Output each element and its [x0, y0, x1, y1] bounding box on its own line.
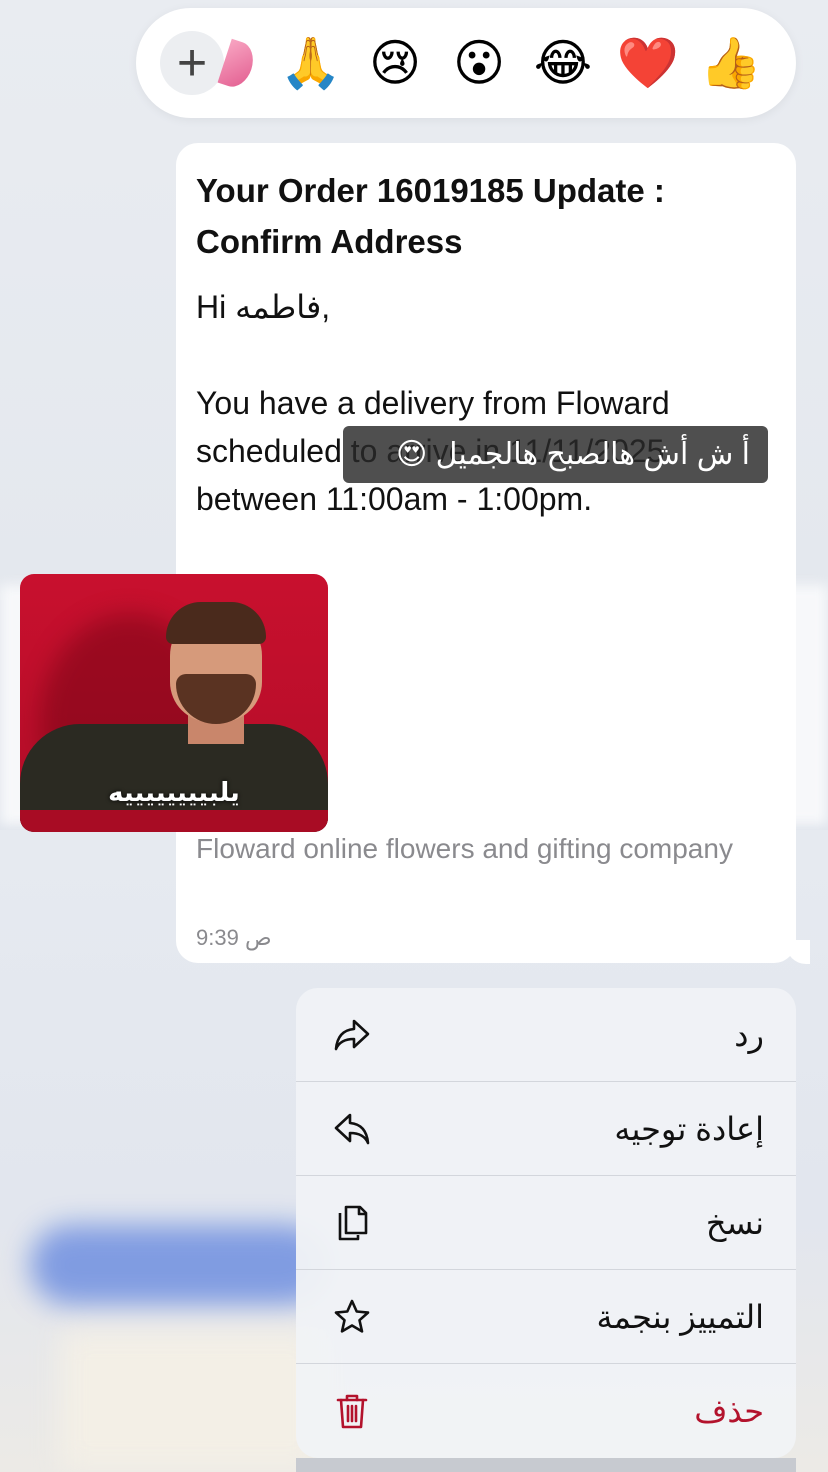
menu-label-forward: إعادة توجيه — [614, 1111, 764, 1147]
reaction-surprised[interactable]: 😮 — [448, 32, 510, 94]
menu-bottom-edge — [296, 1458, 796, 1472]
message-title: Your Order 16019185 Update : Confirm Add… — [196, 172, 665, 260]
trash-icon — [332, 1391, 372, 1431]
menu-label-star: التمييز بنجمة — [596, 1299, 764, 1335]
bubble-tail — [786, 940, 810, 964]
reaction-laugh[interactable]: 😂 — [532, 32, 594, 94]
menu-label-copy: نسخ — [705, 1205, 764, 1241]
background-blurred-bubble — [30, 1225, 330, 1305]
menu-label-reply: رد — [734, 1017, 764, 1053]
reply-icon — [332, 1015, 372, 1055]
sticker-image[interactable]: يلبييييييييه — [20, 574, 328, 832]
sticker-bottom-band — [20, 810, 328, 832]
partial-heart-emoji-icon — [217, 38, 259, 92]
menu-item-copy[interactable]: نسخ — [296, 1176, 796, 1270]
context-menu: رد إعادة توجيه نسخ التمييز بنجمة حذف — [296, 988, 796, 1458]
reaction-pray[interactable]: 🙏 — [280, 32, 342, 94]
menu-item-forward[interactable]: إعادة توجيه — [296, 1082, 796, 1176]
message-footer: Floward online flowers and gifting compa… — [196, 833, 733, 864]
add-reaction-button[interactable]: + — [160, 31, 224, 95]
menu-item-reply[interactable]: رد — [296, 988, 796, 1082]
plus-icon: + — [176, 34, 208, 92]
forward-icon — [332, 1109, 372, 1149]
message-bubble[interactable]: Your Order 16019185 Update : Confirm Add… — [176, 143, 796, 963]
background-blurred-area — [60, 1330, 320, 1470]
reaction-bar: + 🙏 😢 😮 😂 ❤️ 👍 — [136, 8, 796, 118]
reaction-sad[interactable]: 😢 — [364, 32, 426, 94]
menu-item-delete[interactable]: حذف — [296, 1364, 796, 1458]
message-greeting: Hi فاطمه, — [196, 289, 331, 325]
message-timestamp: 9:39 ص — [196, 925, 272, 950]
reaction-thumbs-up[interactable]: 👍 — [700, 32, 762, 94]
menu-label-delete: حذف — [694, 1393, 764, 1429]
reaction-heart[interactable]: ❤️ — [617, 32, 679, 94]
sticker-caption: يلبييييييييه — [108, 777, 240, 807]
star-icon — [332, 1297, 372, 1337]
sticker-hair — [166, 602, 266, 644]
caption-overlay: أ ش أش هالصبح هالجميل 😍 — [343, 426, 768, 483]
copy-icon — [332, 1203, 372, 1243]
menu-item-star[interactable]: التمييز بنجمة — [296, 1270, 796, 1364]
